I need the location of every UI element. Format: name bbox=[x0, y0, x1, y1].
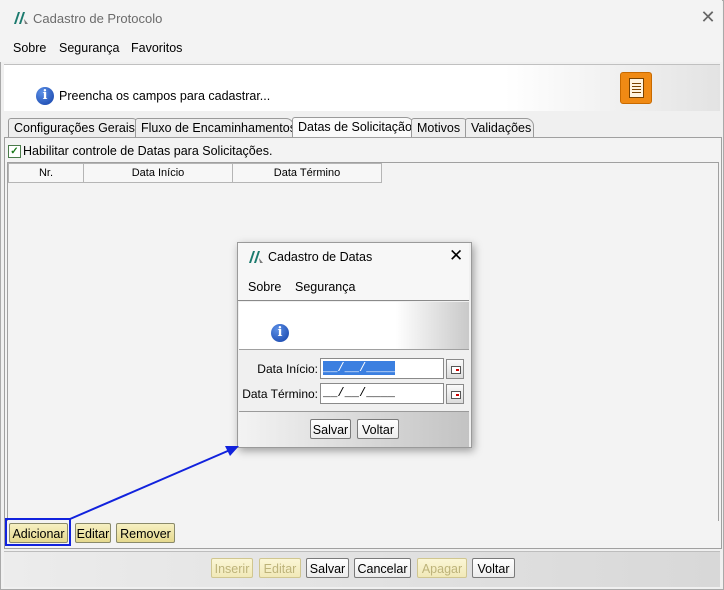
app-logo-icon bbox=[14, 12, 28, 24]
menu-favoritos[interactable]: Favoritos bbox=[131, 41, 182, 55]
tab-validacoes[interactable]: Validações bbox=[465, 118, 534, 137]
data-termino-label: Data Término: bbox=[242, 387, 318, 401]
dialog-salvar-button[interactable]: Salvar bbox=[310, 419, 351, 439]
data-inicio-label: Data Início: bbox=[257, 362, 318, 376]
enable-dates-checkbox[interactable]: ✓ bbox=[8, 145, 21, 158]
info-icon: i bbox=[36, 87, 54, 105]
editar-button[interactable]: Editar bbox=[259, 558, 301, 578]
close-icon[interactable]: ✕ bbox=[700, 8, 716, 26]
tab-fluxo-de-encaminhamentos[interactable]: Fluxo de Encaminhamentos bbox=[135, 118, 296, 137]
dialog-logo-icon bbox=[249, 251, 263, 263]
column-header-data-inicio[interactable]: Data Início bbox=[83, 163, 233, 183]
salvar-button[interactable]: Salvar bbox=[306, 558, 349, 578]
data-termino-value: __/__/____ bbox=[323, 386, 396, 400]
remover-button[interactable]: Remover bbox=[116, 523, 175, 543]
enable-dates-label: Habilitar controle de Datas para Solicit… bbox=[23, 144, 273, 158]
apagar-button[interactable]: Apagar bbox=[417, 558, 467, 578]
voltar-button[interactable]: Voltar bbox=[472, 558, 515, 578]
dialog-menu-sobre[interactable]: Sobre bbox=[248, 280, 281, 294]
data-inicio-input[interactable]: __/__/____ bbox=[320, 358, 444, 379]
menu-seguranca[interactable]: Segurança bbox=[59, 41, 119, 55]
dialog-title: Cadastro de Datas bbox=[268, 250, 373, 264]
dialog-footer bbox=[239, 411, 469, 447]
column-header-data-termino[interactable]: Data Término bbox=[232, 163, 382, 183]
tab-datas-de-solicitacao[interactable]: Datas de Solicitação bbox=[292, 117, 414, 138]
dialog-info-icon: i bbox=[271, 324, 289, 342]
dialog-voltar-button[interactable]: Voltar bbox=[357, 419, 399, 439]
cancelar-button[interactable]: Cancelar bbox=[354, 558, 411, 578]
header-message: Preencha os campos para cadastrar... bbox=[59, 89, 271, 103]
annotation-highlight-box bbox=[5, 518, 71, 546]
tab-motivos[interactable]: Motivos bbox=[411, 118, 470, 137]
column-header-nr[interactable]: Nr. bbox=[8, 163, 84, 183]
data-inicio-value: __/__/____ bbox=[323, 361, 396, 375]
editar-row-button[interactable]: Editar bbox=[75, 523, 111, 543]
calendar-icon[interactable] bbox=[446, 359, 464, 379]
menu-sobre[interactable]: Sobre bbox=[13, 41, 46, 55]
tab-configuracoes-gerais[interactable]: Configurações Gerais bbox=[8, 118, 140, 137]
header-banner bbox=[4, 64, 720, 111]
document-icon bbox=[620, 72, 652, 104]
data-termino-input[interactable]: __/__/____ bbox=[320, 383, 444, 404]
dialog-menu-seguranca[interactable]: Segurança bbox=[295, 280, 355, 294]
dialog-close-icon[interactable]: ✕ bbox=[449, 247, 463, 264]
inserir-button[interactable]: Inserir bbox=[211, 558, 253, 578]
window-title: Cadastro de Protocolo bbox=[33, 11, 163, 26]
calendar-icon[interactable] bbox=[446, 384, 464, 404]
